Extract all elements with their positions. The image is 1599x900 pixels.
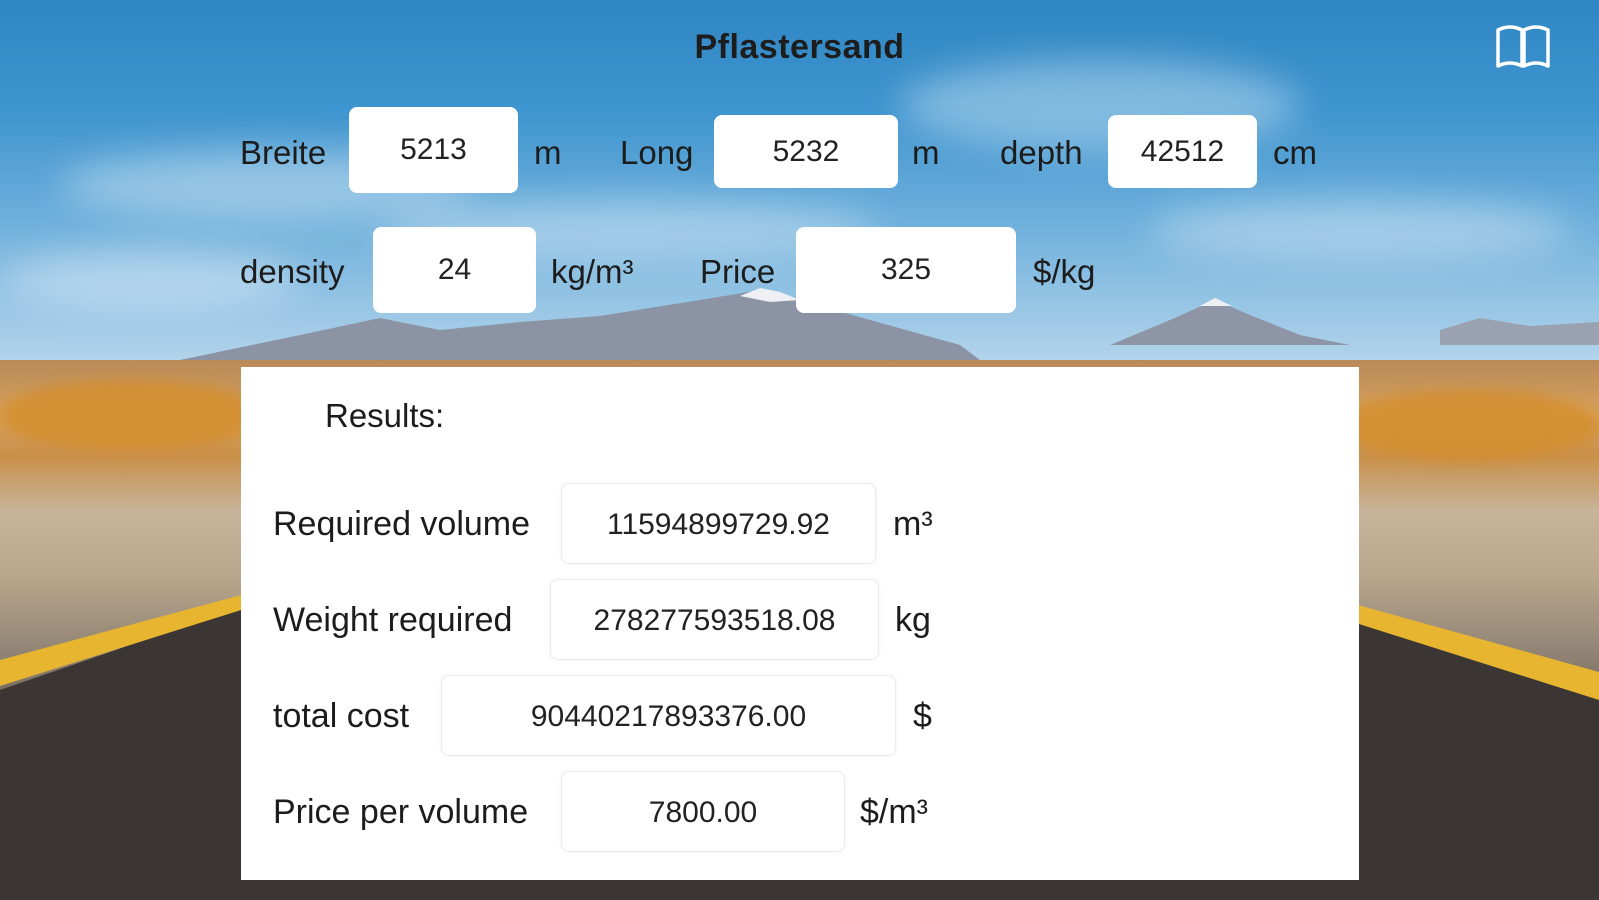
page-title: Pflastersand <box>694 28 905 66</box>
price-label: Price <box>700 253 776 290</box>
width-input[interactable] <box>349 107 518 193</box>
density-input[interactable] <box>373 227 536 313</box>
app-window: Pflastersand Breite m Long m depth cm de… <box>0 0 1599 900</box>
density-unit: kg/m³ <box>551 253 634 290</box>
length-unit: m <box>912 134 940 171</box>
results-panel: Results: Required volume 11594899729.92 … <box>241 367 1359 880</box>
price-per-volume-label: Price per volume <box>273 793 529 831</box>
weight-required-unit: kg <box>895 601 931 639</box>
price-input[interactable] <box>796 227 1016 313</box>
book-icon[interactable] <box>1494 22 1552 72</box>
length-label: Long <box>620 134 694 171</box>
depth-input[interactable] <box>1108 115 1257 188</box>
width-label: Breite <box>240 134 327 171</box>
length-input[interactable] <box>714 115 898 188</box>
results-heading: Results: <box>325 397 445 434</box>
price-unit: $/kg <box>1033 253 1096 290</box>
required-volume-unit: m³ <box>893 505 933 543</box>
density-label: density <box>240 253 345 290</box>
required-volume-label: Required volume <box>273 505 531 543</box>
width-unit: m <box>534 134 562 171</box>
total-cost-unit: $ <box>913 697 932 735</box>
total-cost-value: 90440217893376.00 <box>441 675 896 756</box>
price-per-volume-value: 7800.00 <box>561 771 845 852</box>
depth-unit: cm <box>1273 134 1317 171</box>
weight-required-label: Weight required <box>273 601 513 639</box>
price-per-volume-unit: $/m³ <box>860 793 928 831</box>
required-volume-value: 11594899729.92 <box>561 483 876 564</box>
total-cost-label: total cost <box>273 697 410 735</box>
weight-required-value: 278277593518.08 <box>550 579 879 660</box>
depth-label: depth <box>1000 134 1083 171</box>
